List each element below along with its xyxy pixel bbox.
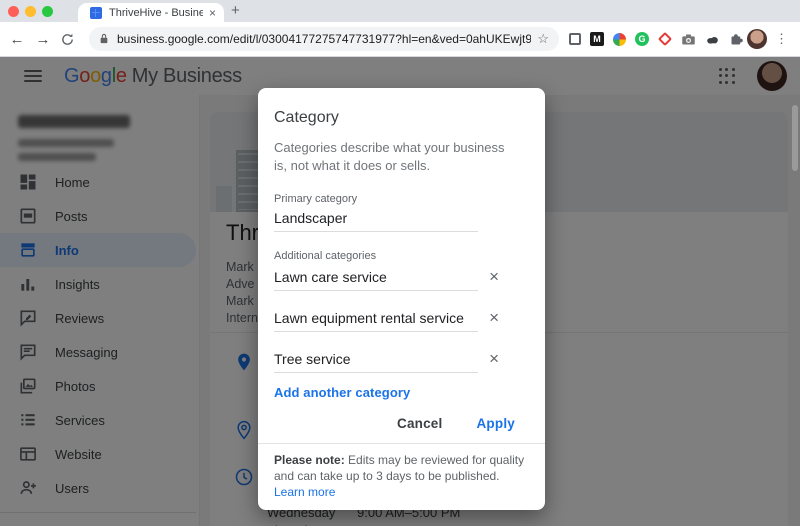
page-viewport: GoogleMy Business Home Posts [0,57,800,526]
learn-more-link[interactable]: Learn more [274,485,335,499]
extensions-row: M G [569,31,744,47]
category-dialog: Category Categories describe what your b… [258,88,545,510]
diamond-extension-icon[interactable] [657,31,673,47]
tab-close-icon[interactable]: × [209,6,216,20]
camera-extension-icon[interactable] [681,32,696,47]
zoom-window-button[interactable] [42,6,53,17]
additional-category-row: Lawn care service × [274,264,529,291]
bookmark-star-icon[interactable]: ☆ [537,31,549,47]
tab-favicon-icon [90,6,102,19]
lock-icon [100,33,108,44]
add-another-category-link[interactable]: Add another category [274,385,529,400]
back-icon[interactable]: ← [4,31,30,48]
remove-category-icon[interactable]: × [489,346,499,369]
cancel-button[interactable]: Cancel [387,410,452,437]
browser-menu-icon[interactable]: ⋮ [775,31,788,47]
url-text: business.google.com/edit/l/0300417727574… [117,32,532,46]
puzzle-extensions-icon[interactable] [729,32,744,47]
additional-category-input[interactable]: Tree service [274,346,478,373]
additional-categories-label: Additional categories [274,250,377,262]
remove-category-icon[interactable]: × [489,264,499,287]
page-scrollbar[interactable] [792,105,798,171]
browser-toolbar: ← → business.google.com/edit/l/030041772… [0,22,800,57]
grammarly-extension-icon[interactable]: G [635,32,649,46]
dialog-footnote: Please note: Edits may be reviewed for q… [258,443,545,510]
address-bar[interactable]: business.google.com/edit/l/0300417727574… [89,27,559,51]
medium-extension-icon[interactable]: M [590,32,604,46]
additional-category-input[interactable]: Lawn care service [274,264,478,291]
forward-icon[interactable]: → [30,31,56,48]
tab-strip: ThriveHive - Business Info × + [0,0,800,22]
primary-category-label: Primary category [274,193,358,205]
dialog-title: Category [274,109,339,126]
dialog-description: Categories describe what your business i… [274,140,505,173]
close-window-button[interactable] [8,6,19,17]
colorful-extension-icon[interactable] [613,32,626,46]
additional-category-row: Tree service × [274,346,529,373]
browser-window: ThriveHive - Business Info × + ← → busin… [0,0,800,526]
refresh-icon[interactable] [60,32,75,47]
minimize-window-button[interactable] [25,6,36,17]
primary-category-input[interactable]: Landscaper [274,205,478,232]
additional-category-input[interactable]: Lawn equipment rental service [274,305,478,332]
additional-category-row: Lawn equipment rental service × [274,305,529,332]
cloud-extension-icon[interactable] [705,32,720,47]
note-emphasis: Please note: [274,453,345,467]
screenshot-extension-icon[interactable] [569,33,581,45]
browser-profile-avatar[interactable] [747,29,767,49]
remove-category-icon[interactable]: × [489,305,499,328]
tab-title: ThriveHive - Business Info [109,6,203,19]
apply-button[interactable]: Apply [466,410,525,437]
new-tab-button[interactable]: + [231,2,240,19]
browser-tab[interactable]: ThriveHive - Business Info × [78,3,224,22]
